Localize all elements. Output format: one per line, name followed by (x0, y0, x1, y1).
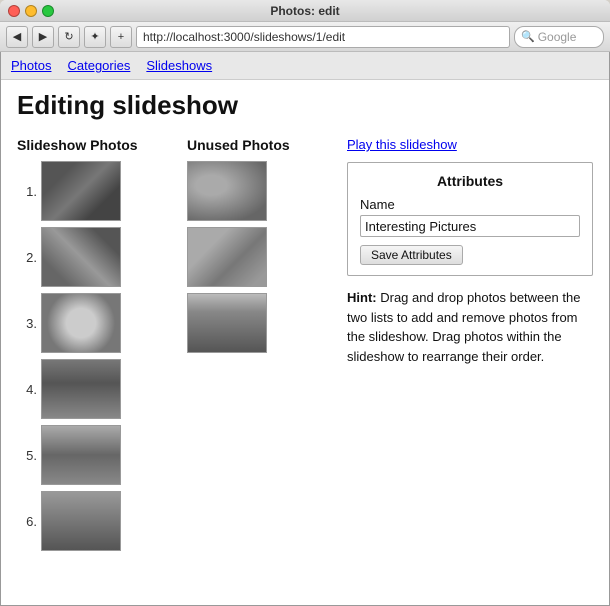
refresh-icon: ↻ (64, 30, 73, 43)
photo-number: 5. (17, 448, 37, 463)
slideshow-photo-item[interactable]: 3. (17, 293, 187, 353)
photo-thumbnail[interactable] (41, 161, 121, 221)
nav-photos[interactable]: Photos (11, 58, 51, 73)
nav-bar: Photos Categories Slideshows (1, 52, 609, 80)
hint-prefix: Hint: (347, 290, 377, 305)
add-tab-button[interactable]: + (110, 26, 132, 48)
search-bar[interactable]: 🔍 Google (514, 26, 604, 48)
photo-thumbnail[interactable] (41, 359, 121, 419)
slideshow-photo-item[interactable]: 6. (17, 491, 187, 551)
add-icon: + (118, 31, 124, 43)
bookmark-button[interactable]: ✦ (84, 26, 106, 48)
slideshow-photo-list: 1. 2. 3. 4. 5. 6. (17, 161, 187, 551)
title-bar: Photos: edit (0, 0, 610, 22)
unused-photo-item[interactable] (187, 293, 337, 353)
slideshow-col: Slideshow Photos 1. 2. 3. 4. 5. 6. (17, 137, 187, 557)
photo-thumbnail[interactable] (41, 425, 121, 485)
slideshow-photo-item[interactable]: 4. (17, 359, 187, 419)
photo-number: 3. (17, 316, 37, 331)
address-bar[interactable]: http://localhost:3000/slideshows/1/edit (136, 26, 510, 48)
forward-button[interactable]: ▶ (32, 26, 54, 48)
hint-body: Drag and drop photos between the two lis… (347, 290, 580, 364)
window-title: Photos: edit (270, 4, 339, 18)
photo-thumbnail[interactable] (187, 227, 267, 287)
unused-photo-item[interactable] (187, 227, 337, 287)
photo-thumbnail[interactable] (187, 293, 267, 353)
name-input[interactable] (360, 215, 580, 237)
page-content: Editing slideshow Slideshow Photos 1. 2.… (1, 80, 609, 567)
play-slideshow-link[interactable]: Play this slideshow (347, 137, 593, 152)
nav-slideshows[interactable]: Slideshows (146, 58, 212, 73)
forward-icon: ▶ (39, 30, 47, 43)
attributes-box: Attributes Name Save Attributes (347, 162, 593, 276)
photo-number: 2. (17, 250, 37, 265)
photo-thumbnail[interactable] (41, 227, 121, 287)
bookmark-icon: ✦ (90, 30, 99, 43)
browser-window: Photos Categories Slideshows Editing sli… (0, 52, 610, 606)
back-button[interactable]: ◀ (6, 26, 28, 48)
page-title: Editing slideshow (17, 90, 593, 121)
search-placeholder: Google (538, 30, 577, 44)
photo-thumbnail[interactable] (187, 161, 267, 221)
slideshow-photo-item[interactable]: 1. (17, 161, 187, 221)
url-text: http://localhost:3000/slideshows/1/edit (143, 30, 345, 44)
photo-number: 4. (17, 382, 37, 397)
slideshow-photo-item[interactable]: 2. (17, 227, 187, 287)
browser-toolbar: ◀ ▶ ↻ ✦ + http://localhost:3000/slidesho… (0, 22, 610, 52)
attributes-col: Play this slideshow Attributes Name Save… (337, 137, 593, 557)
unused-photo-item[interactable] (187, 161, 337, 221)
close-button[interactable] (8, 5, 20, 17)
hint-text: Hint: Drag and drop photos between the t… (347, 288, 593, 366)
photo-number: 1. (17, 184, 37, 199)
nav-categories[interactable]: Categories (67, 58, 130, 73)
photo-number: 6. (17, 514, 37, 529)
search-icon: 🔍 (521, 30, 535, 43)
back-icon: ◀ (13, 30, 21, 43)
unused-col-header: Unused Photos (187, 137, 337, 153)
refresh-button[interactable]: ↻ (58, 26, 80, 48)
slideshow-col-header: Slideshow Photos (17, 137, 187, 153)
photo-thumbnail[interactable] (41, 293, 121, 353)
main-columns: Slideshow Photos 1. 2. 3. 4. 5. 6. Unuse… (17, 137, 593, 557)
unused-photo-list (187, 161, 337, 353)
slideshow-photo-item[interactable]: 5. (17, 425, 187, 485)
name-label: Name (360, 197, 580, 212)
unused-col: Unused Photos (187, 137, 337, 557)
save-attributes-button[interactable]: Save Attributes (360, 245, 463, 265)
attributes-title: Attributes (360, 173, 580, 189)
minimize-button[interactable] (25, 5, 37, 17)
maximize-button[interactable] (42, 5, 54, 17)
photo-thumbnail[interactable] (41, 491, 121, 551)
